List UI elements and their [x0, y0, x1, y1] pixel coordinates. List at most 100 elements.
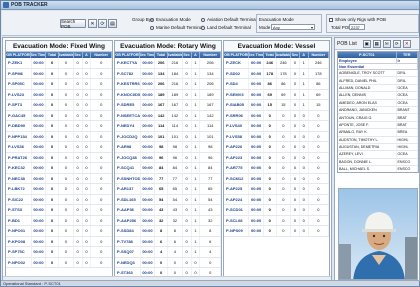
table-row[interactable]: P-JOCD2Q 00:00 101 101 0 1 101: [115, 131, 221, 142]
list-item[interactable]: AUGUSTAN, DEMETRIA HIGHL: [338, 143, 418, 152]
list-item[interactable]: ALLMAN, DONALD OCEA: [338, 84, 418, 93]
email-icon[interactable]: ✉: [382, 39, 391, 48]
table-row[interactable]: P-GAC45 00:00 0 0 0 0 0: [6, 110, 112, 121]
table-row[interactable]: P-STSX 00:00 0 0 0 0 0: [6, 205, 112, 216]
table-row[interactable]: P-SSNHTOD4 00:00 77 77 0 1 77: [115, 173, 221, 184]
table-row[interactable]: P-AR137 00:00 65 65 0 1 65: [115, 184, 221, 195]
table-row[interactable]: P-SSQ07 00:00 4 4 0 1 4: [115, 247, 221, 258]
mode-select[interactable]: Any ▾: [271, 24, 315, 30]
table-row[interactable]: P-SD02 00:00 178 178 0 1 178: [224, 68, 329, 79]
table-row[interactable]: P-AR98 00:00 98 98 0 1 98: [115, 142, 221, 153]
table-row[interactable]: P-KESTRR6 00:00 206 216 0 1 206: [115, 79, 221, 90]
table-row[interactable]: P-AAP36 00:00 43 43 0 1 43: [115, 205, 221, 216]
table-row[interactable]: P-NPO02 00:00 0 0 0 0 0: [6, 257, 112, 268]
table-row[interactable]: P-NEDQ3 00:00 0 0 0 0 0: [115, 257, 221, 268]
table-row[interactable]: P-SIC22 00:00 0 0 0 0 0: [6, 194, 112, 205]
table-row[interactable]: P-LVS23 00:00 0 0 0 0 0: [6, 89, 112, 100]
table-row[interactable]: P-BD1 00:00 0 0 0 0 0: [6, 215, 112, 226]
radio-marine-terminal[interactable]: Marine Default Terminal: [150, 25, 203, 30]
table-row[interactable]: P-KEC32 00:00 0 0 0 0 0: [6, 163, 112, 174]
show-only-rigs-checkbox[interactable]: Show only Rigs with POB: [329, 17, 386, 22]
clear-icon[interactable]: ✕: [88, 19, 97, 28]
table-row[interactable]: P-NPO01 00:00 0 0 0 0 0: [6, 226, 112, 237]
table-row[interactable]: P-SPM6 00:00 0 0 0 0 0: [6, 68, 112, 79]
table-row[interactable]: P-SCL08 00:00 0 0 0 0 0: [224, 215, 329, 226]
table-row[interactable]: P-PRAT26 00:00 0 0 0 0 0: [6, 152, 112, 163]
radio-aviation-terminal[interactable]: Aviation Default Terminal: [201, 17, 257, 22]
table-cell: 96: [168, 152, 183, 162]
table-cell: 0: [83, 194, 92, 204]
evacuation-panels: Evacuation Mode: Fixed WingPOB PLATFORMS…: [2, 37, 332, 281]
list-item[interactable]: BALL, MICHAEL S. ENSCO: [338, 166, 418, 172]
list-item[interactable]: AMEDEO, ARON ELAS OCEA: [338, 99, 418, 107]
list-item[interactable]: ANDRANO, JANICKEN BRANT: [338, 106, 418, 115]
table-row[interactable]: P-SCM12 00:00 0 0 0 0 0: [224, 173, 329, 184]
table-row[interactable]: P-SRR06 00:00 0 0 0 0 0: [224, 110, 329, 121]
table-cell: 00:00: [249, 142, 264, 152]
table-cell: 0: [291, 89, 300, 99]
table-row[interactable]: P-AP223 00:00 0 0 0 0 0: [224, 152, 329, 163]
table-row[interactable]: P-NPP154 00:00 0 0 0 0 0: [6, 131, 112, 142]
search-pob-button[interactable]: Search POB: [60, 19, 86, 29]
panel-fixed-wing: Evacuation Mode: Fixed WingPOB PLATFORMS…: [5, 40, 113, 278]
list-item[interactable]: ALLEN, DENNIS OCEA: [338, 92, 418, 100]
table-row[interactable]: P-KNOC0D53 00:00 189 189 0 1 189: [115, 89, 221, 100]
table-row[interactable]: P-LVS58 00:00 0 0 0 0 0: [224, 131, 329, 142]
table-row[interactable]: P-AP224 00:00 0 0 0 0 0: [224, 194, 329, 205]
table-row[interactable]: P-AP226 00:00 0 0 0 0 0: [224, 142, 329, 153]
table-row[interactable]: P-TV788 00:00 6 6 0 1 6: [115, 236, 221, 247]
table-cell: P-NEDY4: [115, 121, 141, 131]
table-row[interactable]: P-SSD84 00:00 8 8 0 1 8: [115, 226, 221, 237]
table-row[interactable]: P-JOCQ38 00:00 96 96 0 1 96: [115, 152, 221, 163]
table-row[interactable]: P-KPO08 00:00 0 0 0 0 0: [6, 236, 112, 247]
table-row[interactable]: P-SD4 00:00 86 86 0 1 86: [224, 79, 329, 90]
table-cell: 101: [168, 131, 183, 141]
table-row[interactable]: P-SP75C 00:00 0 0 0 0 0: [6, 247, 112, 258]
table-cell: 0: [277, 121, 292, 131]
table-row[interactable]: P-SEMV3 00:00 69 69 0 1 69: [224, 89, 329, 100]
table-row[interactable]: P-SDL165 00:00 54 54 0 1 54: [115, 194, 221, 205]
table-row[interactable]: P-AR775 00:00 0 0 0 0 0: [224, 163, 329, 174]
list-item[interactable]: ARMALO, RAY K. BREA: [338, 129, 418, 137]
table-cell: 216: [168, 58, 183, 68]
table-cell: P-SDL165: [115, 194, 141, 204]
table-row[interactable]: P-ZECK 00:00 246 246 0 1 246: [224, 58, 329, 69]
table-cell: 00:00: [32, 121, 47, 131]
table-row[interactable]: P-SP05C 00:00 0 0 0 0 0: [6, 79, 112, 90]
table-row[interactable]: P-SCQ41 00:00 84 84 0 1 84: [115, 163, 221, 174]
list-item[interactable]: ALFRED, DANIEL PHIL DRIL: [338, 77, 418, 85]
table-row[interactable]: P-KECTYA 00:00 206 216 0 1 206: [115, 58, 221, 69]
refresh-icon[interactable]: ⟳: [98, 19, 107, 28]
print-icon[interactable]: ▣: [362, 39, 371, 48]
table-row[interactable]: P-SC782 00:00 134 184 0 1 134: [115, 68, 221, 79]
list-item[interactable]: AGBENIGLE, TROY SCOTT DRIL: [338, 70, 418, 78]
list-item[interactable]: AZEREY, LEVI OCEA: [338, 151, 418, 159]
close-icon[interactable]: ✕: [402, 39, 411, 48]
list-item[interactable]: AUDSTON, TIMOTHY L. HIGHL: [338, 136, 418, 144]
table-row[interactable]: P-AAP256 00:00 32 32 0 1 32: [115, 215, 221, 226]
excel-icon[interactable]: ▦: [372, 39, 381, 48]
list-item[interactable]: ANTOUN, CRAIG G. BRAT: [338, 114, 418, 122]
table-row[interactable]: P-SIAB05 00:00 15 15 0 1 15: [224, 100, 329, 111]
table-row[interactable]: P-NEDY4 00:00 114 114 0 1 114: [115, 121, 221, 132]
table-row[interactable]: P-NSEETCAP 00:00 142 142 0 1 142: [115, 110, 221, 121]
table-row[interactable]: P-AP225 00:00 0 0 0 0 0: [224, 184, 329, 195]
refresh-icon[interactable]: ⟳: [392, 39, 401, 48]
table-row[interactable]: P-LBK72 00:00 0 0 0 0 0: [6, 184, 112, 195]
radio-evacuation-mode[interactable]: Evacuation Mode: [150, 17, 191, 22]
table-row[interactable]: P-LVS36 00:00 0 0 0 0 0: [6, 142, 112, 153]
table-row[interactable]: P-LVS40 00:00 0 0 0 0 0: [224, 121, 329, 132]
radio-land-terminal[interactable]: Land Default Terminal: [201, 25, 251, 30]
table-row[interactable]: P-SPT3 00:00 0 0 0 0 0: [6, 100, 112, 111]
employee-name: ALFRED, DANIEL PHIL: [338, 77, 397, 84]
table-row[interactable]: P-ZEK1 00:00 6 0 0 0 0: [6, 58, 112, 69]
table-row[interactable]: P-SCD01 00:00 0 0 0 0 0: [224, 205, 329, 216]
list-item[interactable]: BAGON, DONNIE L. ENSCO: [338, 158, 418, 167]
table-row[interactable]: P-SDRE5 00:00 167 167 0 1 167: [115, 100, 221, 111]
table-row[interactable]: P-NPS09 00:00 0 0 0 0 0: [224, 226, 329, 237]
app-icon: [3, 2, 9, 8]
table-row[interactable]: P-DBD90 00:00 0 0 0 0 0: [6, 121, 112, 132]
export-icon[interactable]: ▤: [108, 19, 117, 28]
list-item[interactable]: APONTE, JOSE F. BRAT: [338, 121, 418, 130]
table-row[interactable]: P-NEC38 00:00 0 0 0 0 0: [6, 173, 112, 184]
